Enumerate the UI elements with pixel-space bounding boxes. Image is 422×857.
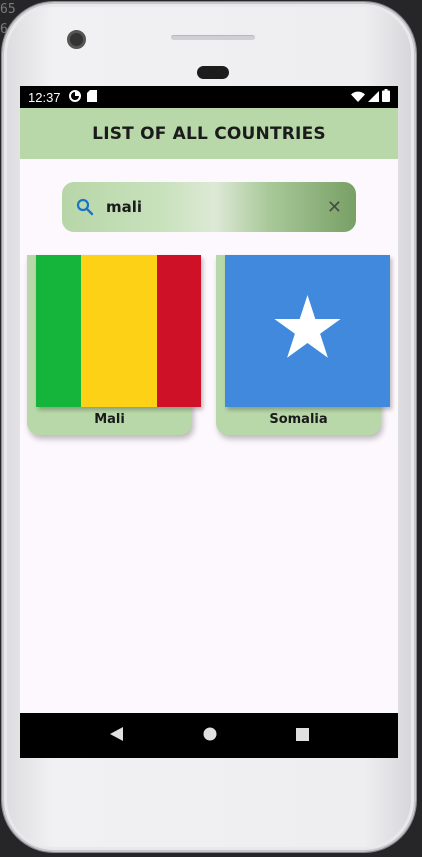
wifi-icon	[351, 90, 365, 105]
back-icon[interactable]	[109, 726, 124, 745]
front-camera	[67, 30, 86, 49]
country-name: Somalia	[269, 412, 328, 427]
earpiece	[197, 66, 229, 79]
home-icon[interactable]	[203, 726, 217, 745]
search-bar[interactable]: ✕	[62, 182, 356, 232]
country-card-somalia[interactable]: Somalia	[216, 255, 390, 435]
status-time: 12:37	[28, 89, 61, 105]
mali-flag	[36, 255, 201, 407]
data-saver-icon	[68, 89, 81, 105]
country-name: Mali	[94, 412, 125, 427]
code-line: 65	[0, 2, 16, 17]
battery-icon	[382, 89, 390, 105]
recents-icon[interactable]	[295, 726, 309, 745]
device-screen: 12:37 LIST OF ALL COUNTRIES ✕	[20, 86, 398, 758]
close-icon[interactable]: ✕	[327, 197, 342, 218]
speaker-grille	[171, 35, 255, 40]
somalia-flag	[225, 255, 390, 407]
signal-icon	[368, 90, 379, 105]
sd-card-icon	[86, 89, 97, 105]
status-bar: 12:37	[20, 86, 398, 108]
page-title: LIST OF ALL COUNTRIES	[92, 123, 326, 144]
app-bar: LIST OF ALL COUNTRIES	[20, 108, 398, 159]
search-input[interactable]	[106, 198, 296, 216]
search-icon	[76, 198, 94, 216]
country-card-mali[interactable]: Mali	[27, 255, 201, 435]
navigation-bar	[20, 713, 398, 758]
